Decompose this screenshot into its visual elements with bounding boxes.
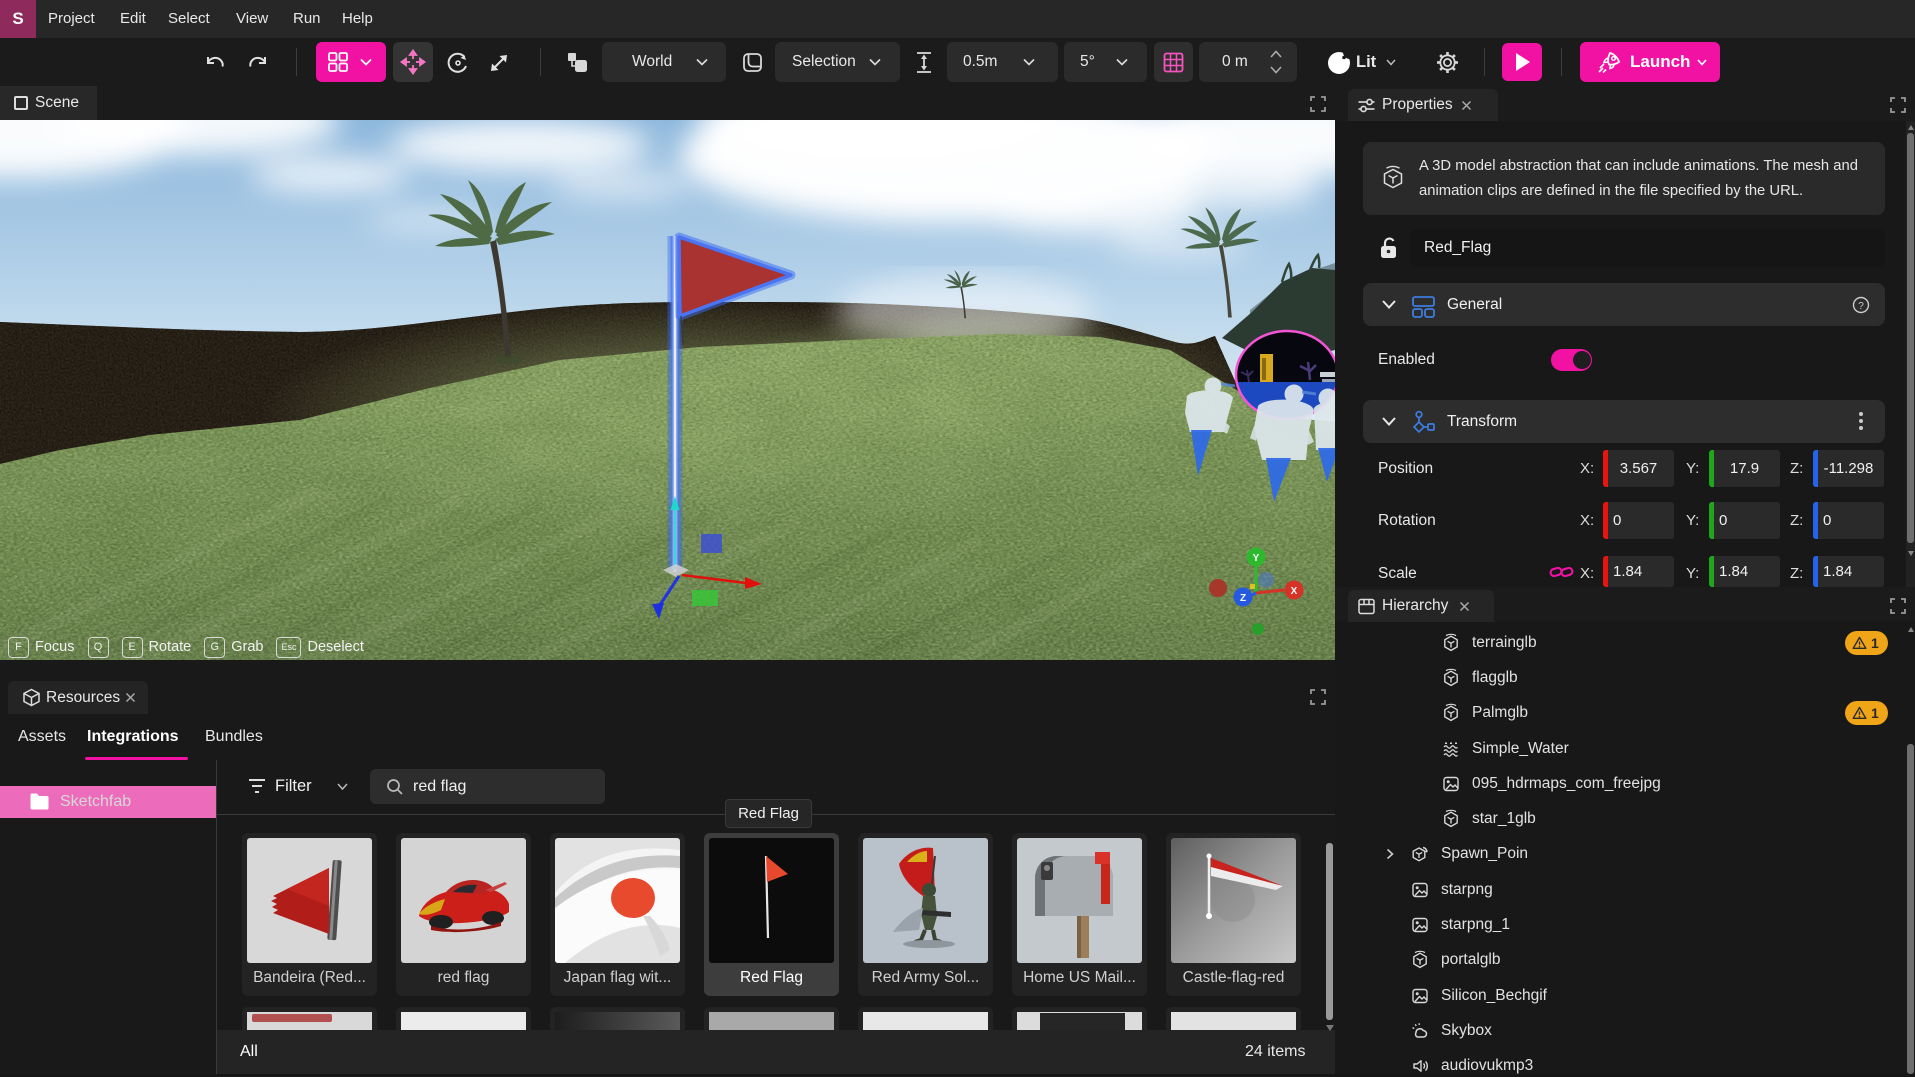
svg-text:Y: Y [1253,553,1260,564]
svg-text:X: X [1291,586,1298,597]
svg-text:?: ? [1858,301,1864,312]
svg-text:Z: Z [1240,593,1246,604]
